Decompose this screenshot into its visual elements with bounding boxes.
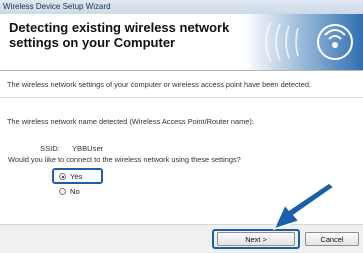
wizard-window: Wireless Device Setup Wizard Detecting e…: [0, 0, 363, 253]
page-title: Detecting existing wireless network sett…: [9, 20, 230, 50]
network-name-label: The wireless network name detected (Wire…: [7, 117, 254, 126]
connect-question: Would you like to connect to the wireles…: [8, 155, 241, 164]
radio-yes-label: Yes: [70, 172, 83, 181]
radio-button-icon[interactable]: [59, 173, 66, 180]
header-banner: Detecting existing wireless network sett…: [0, 14, 363, 70]
radio-yes[interactable]: Yes: [59, 172, 82, 181]
title-bar: Wireless Device Setup Wizard: [0, 0, 363, 14]
radio-no[interactable]: No: [59, 187, 80, 196]
ssid-label: SSID:: [40, 144, 60, 153]
separator: [0, 97, 363, 98]
window-title: Wireless Device Setup Wizard: [3, 2, 111, 11]
intro-text: The wireless network settings of your co…: [7, 80, 311, 89]
radio-no-label: No: [70, 187, 80, 196]
wireless-logo: [245, 14, 363, 70]
arrow-icon: [272, 183, 336, 231]
ssid-value: YBBUser: [71, 144, 104, 153]
wireless-signal-icon: [245, 14, 363, 70]
ssid-row: SSID: YBBUser: [40, 144, 103, 153]
header-divider: [0, 70, 363, 71]
radio-button-icon[interactable]: [59, 188, 66, 195]
